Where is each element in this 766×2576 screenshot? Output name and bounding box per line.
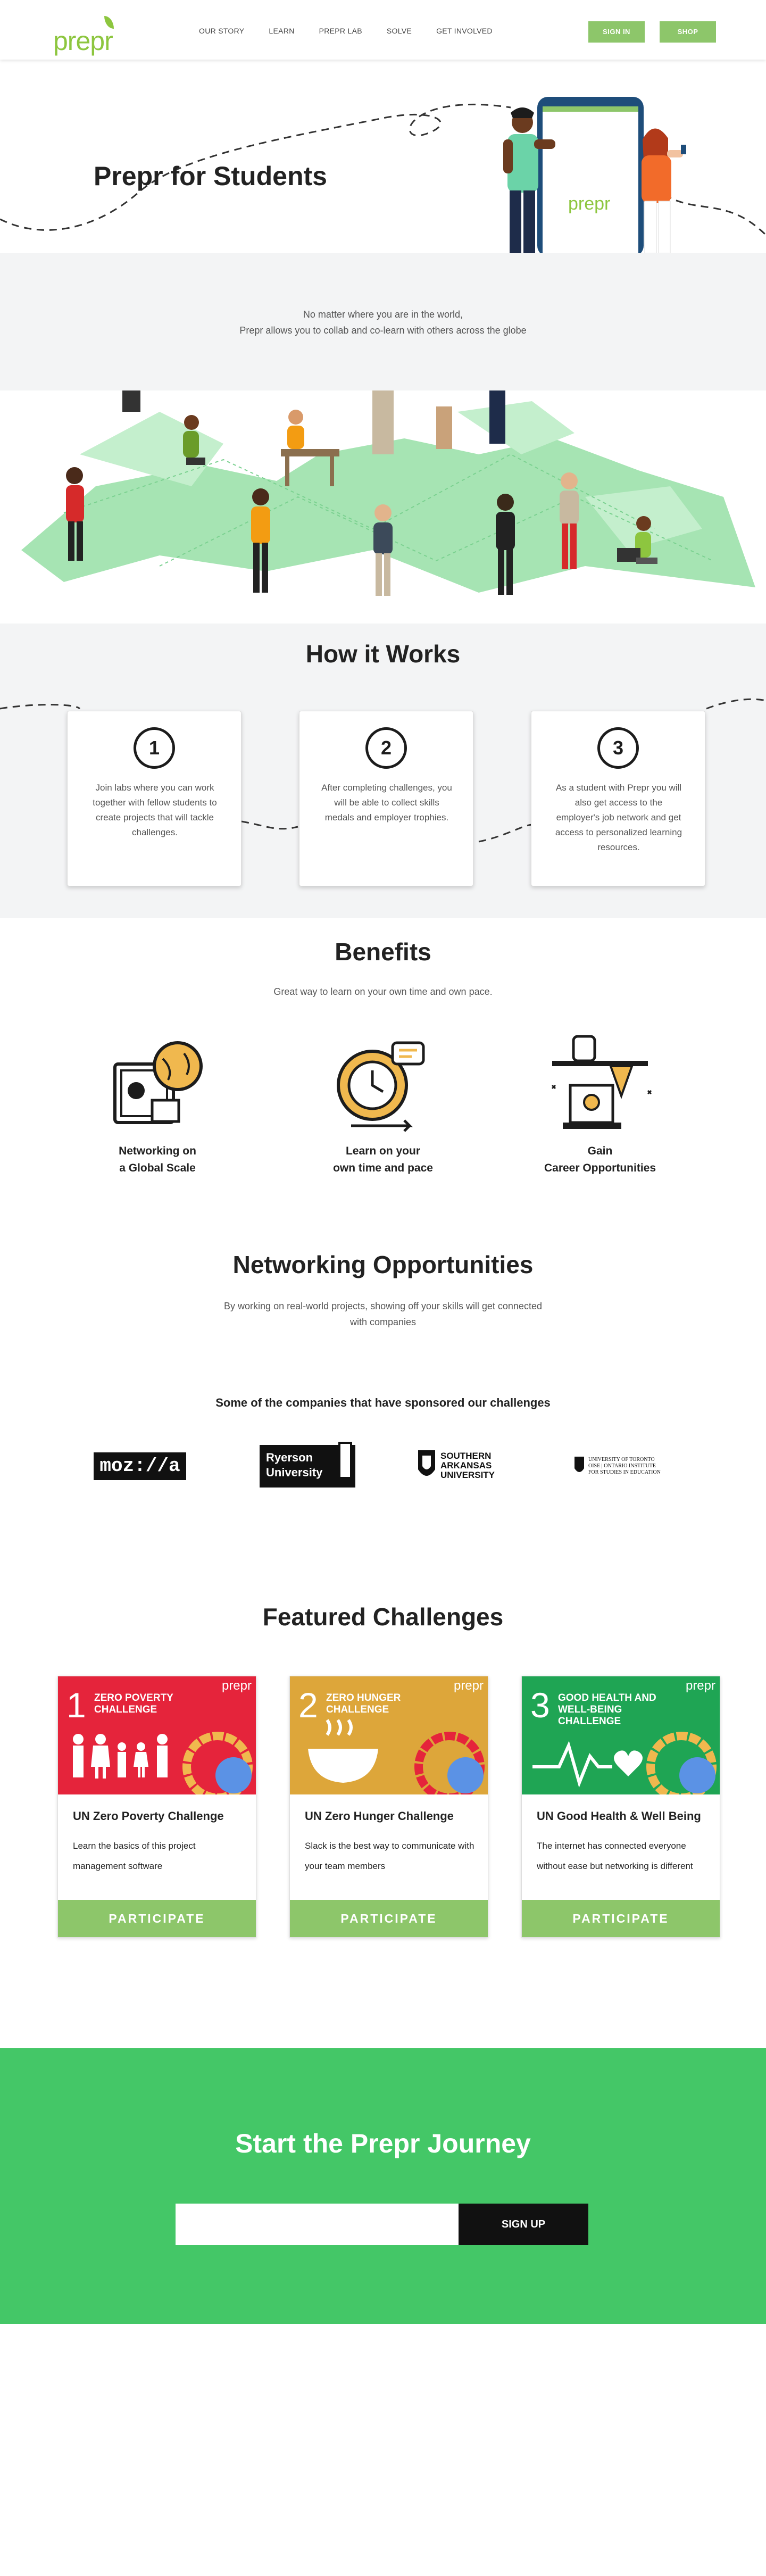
challenge-card-good-health: 3 GOOD HEALTH AND WELL-BEING CHALLENGE p… xyxy=(521,1676,720,1938)
hero-section: prepr Prepr for Students xyxy=(0,60,766,253)
participate-button[interactable]: PARTICIPATE xyxy=(58,1900,256,1937)
participate-button[interactable]: PARTICIPATE xyxy=(290,1900,488,1937)
saa-line-1: SOUTHERN xyxy=(440,1451,492,1461)
hero-title: Prepr for Students xyxy=(94,161,327,191)
benefits-title: Benefits xyxy=(335,938,431,966)
globe-book-icon xyxy=(113,1041,203,1124)
uoft-wordmark: UNIVERSITY OF TORONTO OISE | ONTARIO INS… xyxy=(588,1457,661,1476)
how-it-works-section: How it Works 1 Join labs where you can w… xyxy=(0,624,766,918)
ryerson-logo: Ryerson University xyxy=(260,1442,355,1488)
step-number-1: 1 xyxy=(134,727,175,769)
about-line-2: Prepr allows you to collab and co-learn … xyxy=(239,325,527,336)
challenge-card-zero-hunger: 2 ZERO HUNGER CHALLENGE prepr UN Zero Hu… xyxy=(289,1676,488,1938)
challenge-description: Slack is the best way to communicate wit… xyxy=(305,1841,474,1871)
challenge-image-2: 2 ZERO HUNGER CHALLENGE prepr xyxy=(290,1676,488,1794)
uoft-oise-logo: UNIVERSITY OF TORONTO OISE | ONTARIO INS… xyxy=(573,1445,680,1488)
benefit-networking: Networking on a Global Scale xyxy=(78,1032,237,1174)
challenge-title: UN Zero Hunger Challenge xyxy=(305,1809,454,1823)
benefit-line-1: Gain xyxy=(587,1145,613,1157)
sponsors-heading: Some of the companies that have sponsore… xyxy=(215,1396,551,1409)
saa-line-3: UNIVERSITY xyxy=(440,1470,495,1480)
cta-title: Start the Prepr Journey xyxy=(235,2129,531,2158)
challenge-image-3: 3 GOOD HEALTH AND WELL-BEING CHALLENGE p… xyxy=(522,1676,720,1794)
benefit-line-1: Learn on your xyxy=(345,1145,421,1157)
challenge-title: UN Zero Poverty Challenge xyxy=(73,1809,224,1823)
clock-chat-icon xyxy=(337,1041,425,1132)
featured-challenges-title: Featured Challenges xyxy=(262,1603,504,1631)
step-text-3: As a student with Prepr you will also ge… xyxy=(555,783,682,852)
challenge-description: The internet has connected everyone with… xyxy=(537,1841,693,1871)
step-text-2: After completing challenges, you will be… xyxy=(321,783,452,822)
step-number-3: 3 xyxy=(597,727,639,769)
phone-prepr-logo: prepr xyxy=(568,194,610,214)
nav-link-prepr-lab[interactable]: PREPR LAB xyxy=(319,27,362,35)
benefit-line-2: a Global Scale xyxy=(119,1162,196,1174)
benefit-line-2: Career Opportunities xyxy=(544,1162,656,1174)
benefit-line-2: own time and pace xyxy=(333,1162,433,1174)
challenge-image-1: 1 ZERO POVERTY CHALLENGE prepr xyxy=(58,1676,256,1794)
networking-line-2: with companies xyxy=(349,1317,417,1327)
saa-line-2: ARKANSAS xyxy=(440,1460,492,1470)
networking-line-1: By working on real-world projects, showi… xyxy=(224,1301,542,1311)
benefit-label-learn: Learn on your own time and pace xyxy=(303,1143,463,1177)
about-line-1: No matter where you are in the world, xyxy=(303,309,463,320)
sign-in-button[interactable]: SIGN IN xyxy=(588,21,645,43)
challenge-card-zero-poverty: 1 ZERO POVERTY CHALLENGE prepr UN Zero P… xyxy=(57,1676,256,1938)
uoft-line-3: FOR STUDIES IN EDUCATION xyxy=(588,1469,661,1475)
benefit-line-1: Networking on xyxy=(119,1145,196,1157)
benefits-subtitle: Great way to learn on your own time and … xyxy=(273,986,493,997)
nav-link-learn[interactable]: LEARN xyxy=(269,27,294,35)
ryerson-line-1: Ryerson xyxy=(266,1451,313,1464)
about-section: No matter where you are in the world, Pr… xyxy=(0,253,766,390)
about-text: No matter where you are in the world, Pr… xyxy=(0,306,766,338)
email-signup-input[interactable] xyxy=(176,2204,459,2245)
challenge-description: Learn the basics of this project managem… xyxy=(73,1841,196,1871)
nav-links: OUR STORY LEARN PREPR LAB SOLVE GET INVO… xyxy=(199,27,517,35)
uoft-line-1: UNIVERSITY OF TORONTO xyxy=(588,1457,655,1462)
top-navbar: prepr OUR STORY LEARN PREPR LAB SOLVE GE… xyxy=(0,0,766,60)
nav-link-solve[interactable]: SOLVE xyxy=(387,27,412,35)
uoft-line-2: OISE | ONTARIO INSTITUTE xyxy=(588,1463,656,1469)
challenge-title: UN Good Health & Well Being xyxy=(537,1809,701,1823)
hero-illustration: prepr xyxy=(0,97,766,253)
nav-link-get-involved[interactable]: GET INVOLVED xyxy=(436,27,493,35)
step-number-2: 2 xyxy=(365,727,407,769)
mozilla-wordmark: moz://a xyxy=(94,1452,186,1480)
ryerson-line-2: University xyxy=(266,1466,323,1479)
nav-link-our-story[interactable]: OUR STORY xyxy=(199,27,244,35)
how-step-card-3: 3 As a student with Prepr you will also … xyxy=(531,711,705,886)
how-step-card-1: 1 Join labs where you can work together … xyxy=(67,711,242,886)
ryerson-emblem xyxy=(338,1442,352,1479)
sign-up-button[interactable]: SIGN UP xyxy=(459,2204,588,2245)
step-text-1: Join labs where you can work together wi… xyxy=(93,783,217,837)
benefit-label-networking: Networking on a Global Scale xyxy=(78,1143,237,1177)
southern-arkansas-logo: SOUTHERN ARKANSAS UNIVERSITY xyxy=(416,1445,520,1488)
how-step-card-2: 2 After completing challenges, you will … xyxy=(299,711,473,886)
participate-button[interactable]: PARTICIPATE xyxy=(522,1900,720,1937)
benefit-learn: Learn on your own time and pace xyxy=(303,1032,463,1174)
saa-wordmark: SOUTHERN ARKANSAS UNIVERSITY xyxy=(440,1451,495,1480)
mozilla-logo: moz://a xyxy=(94,1445,186,1488)
trophy-hand-icon xyxy=(551,1035,652,1129)
crest-icon xyxy=(574,1457,584,1472)
signup-cta-section: Start the Prepr Journey SIGN UP xyxy=(0,2048,766,2324)
bowl-icon xyxy=(308,1719,485,1794)
ryerson-block: Ryerson University xyxy=(260,1442,355,1488)
shop-button[interactable]: SHOP xyxy=(660,21,716,43)
world-map-illustration xyxy=(0,390,766,600)
family-icon xyxy=(73,1732,253,1794)
prepr-logo[interactable]: prepr xyxy=(53,16,123,56)
logo-wordmark: prepr xyxy=(53,26,113,56)
networking-text: By working on real-world projects, showi… xyxy=(0,1298,766,1330)
benefit-career: Gain Career Opportunities xyxy=(520,1032,680,1174)
heartbeat-icon xyxy=(532,1732,717,1794)
networking-title: Networking Opportunities xyxy=(232,1251,534,1278)
benefit-label-career: Gain Career Opportunities xyxy=(520,1143,680,1177)
shield-icon xyxy=(418,1450,435,1476)
